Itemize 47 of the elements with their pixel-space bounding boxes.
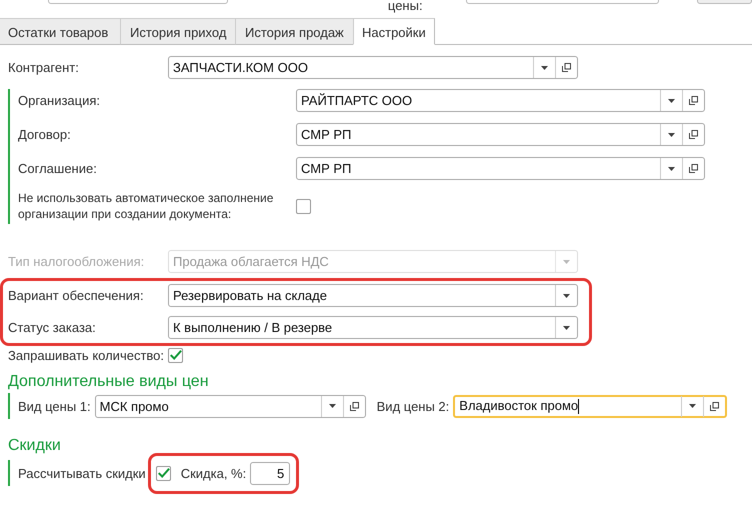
open-window-icon bbox=[562, 63, 571, 72]
caret-icon bbox=[563, 294, 570, 298]
combo-field[interactable]: Резервировать на складе bbox=[168, 284, 578, 307]
number-field[interactable]: 5 bbox=[250, 462, 290, 484]
combo-field[interactable]: Владивосток промо bbox=[453, 394, 728, 418]
caret-icon bbox=[668, 132, 675, 136]
field-label: Скидка, %: bbox=[180, 466, 246, 480]
field-label: цены: bbox=[388, 0, 424, 15]
caret-icon bbox=[328, 404, 336, 408]
caret-icon bbox=[689, 404, 696, 408]
field-label: Вид цены 2: bbox=[376, 398, 450, 414]
open-window-icon bbox=[710, 402, 720, 410]
caret-icon bbox=[563, 326, 570, 330]
checkbox[interactable] bbox=[168, 348, 183, 363]
combo-field[interactable]: К выполнению / В резерве bbox=[168, 316, 578, 339]
field-label: Не использовать автоматическое заполнение организации при создании документа: bbox=[18, 190, 274, 222]
caret-icon bbox=[563, 260, 570, 264]
field-label: Тип налогообложения: bbox=[8, 254, 146, 269]
open-window-icon bbox=[350, 402, 359, 410]
open-window-icon bbox=[689, 130, 698, 139]
field-label: Статус заказа: bbox=[8, 320, 97, 335]
combo-field[interactable]: МСК промо bbox=[94, 394, 366, 418]
field-label: Вариант обеспечения: bbox=[8, 288, 145, 303]
combo-field[interactable]: СМР РП bbox=[296, 123, 705, 146]
field-label: Договор: bbox=[18, 127, 72, 142]
combo-field[interactable]: СМР РП bbox=[296, 157, 705, 180]
caret-icon bbox=[541, 66, 548, 70]
combo-field[interactable]: РАЙТПАРТС ООО bbox=[296, 89, 705, 112]
field-label: Организация: bbox=[18, 93, 102, 108]
checkbox-label: Рассчитывать скидки bbox=[18, 466, 146, 480]
section-heading: Скидки bbox=[8, 436, 62, 456]
open-window-icon bbox=[689, 164, 698, 173]
tab[interactable]: История приход bbox=[120, 18, 235, 45]
field-label: Вид цены 1: bbox=[18, 398, 91, 414]
tab[interactable]: История продаж bbox=[235, 18, 353, 45]
open-window-icon bbox=[689, 96, 698, 105]
field-label: Запрашивать количество: bbox=[8, 348, 165, 363]
caret-icon bbox=[668, 166, 675, 170]
section-heading: Дополнительные виды цен bbox=[8, 372, 210, 392]
field-label: Контрагент: bbox=[8, 60, 80, 75]
checkbox[interactable] bbox=[296, 198, 311, 214]
caret-icon bbox=[668, 98, 675, 102]
tab[interactable]: Настройки bbox=[353, 18, 435, 45]
tab[interactable]: Остатки товаров bbox=[0, 18, 120, 45]
combo-field[interactable]: ЗАПЧАСТИ.КОМ ООО bbox=[168, 56, 578, 79]
field-label: Соглашение: bbox=[18, 161, 98, 176]
checkbox[interactable] bbox=[156, 466, 171, 480]
